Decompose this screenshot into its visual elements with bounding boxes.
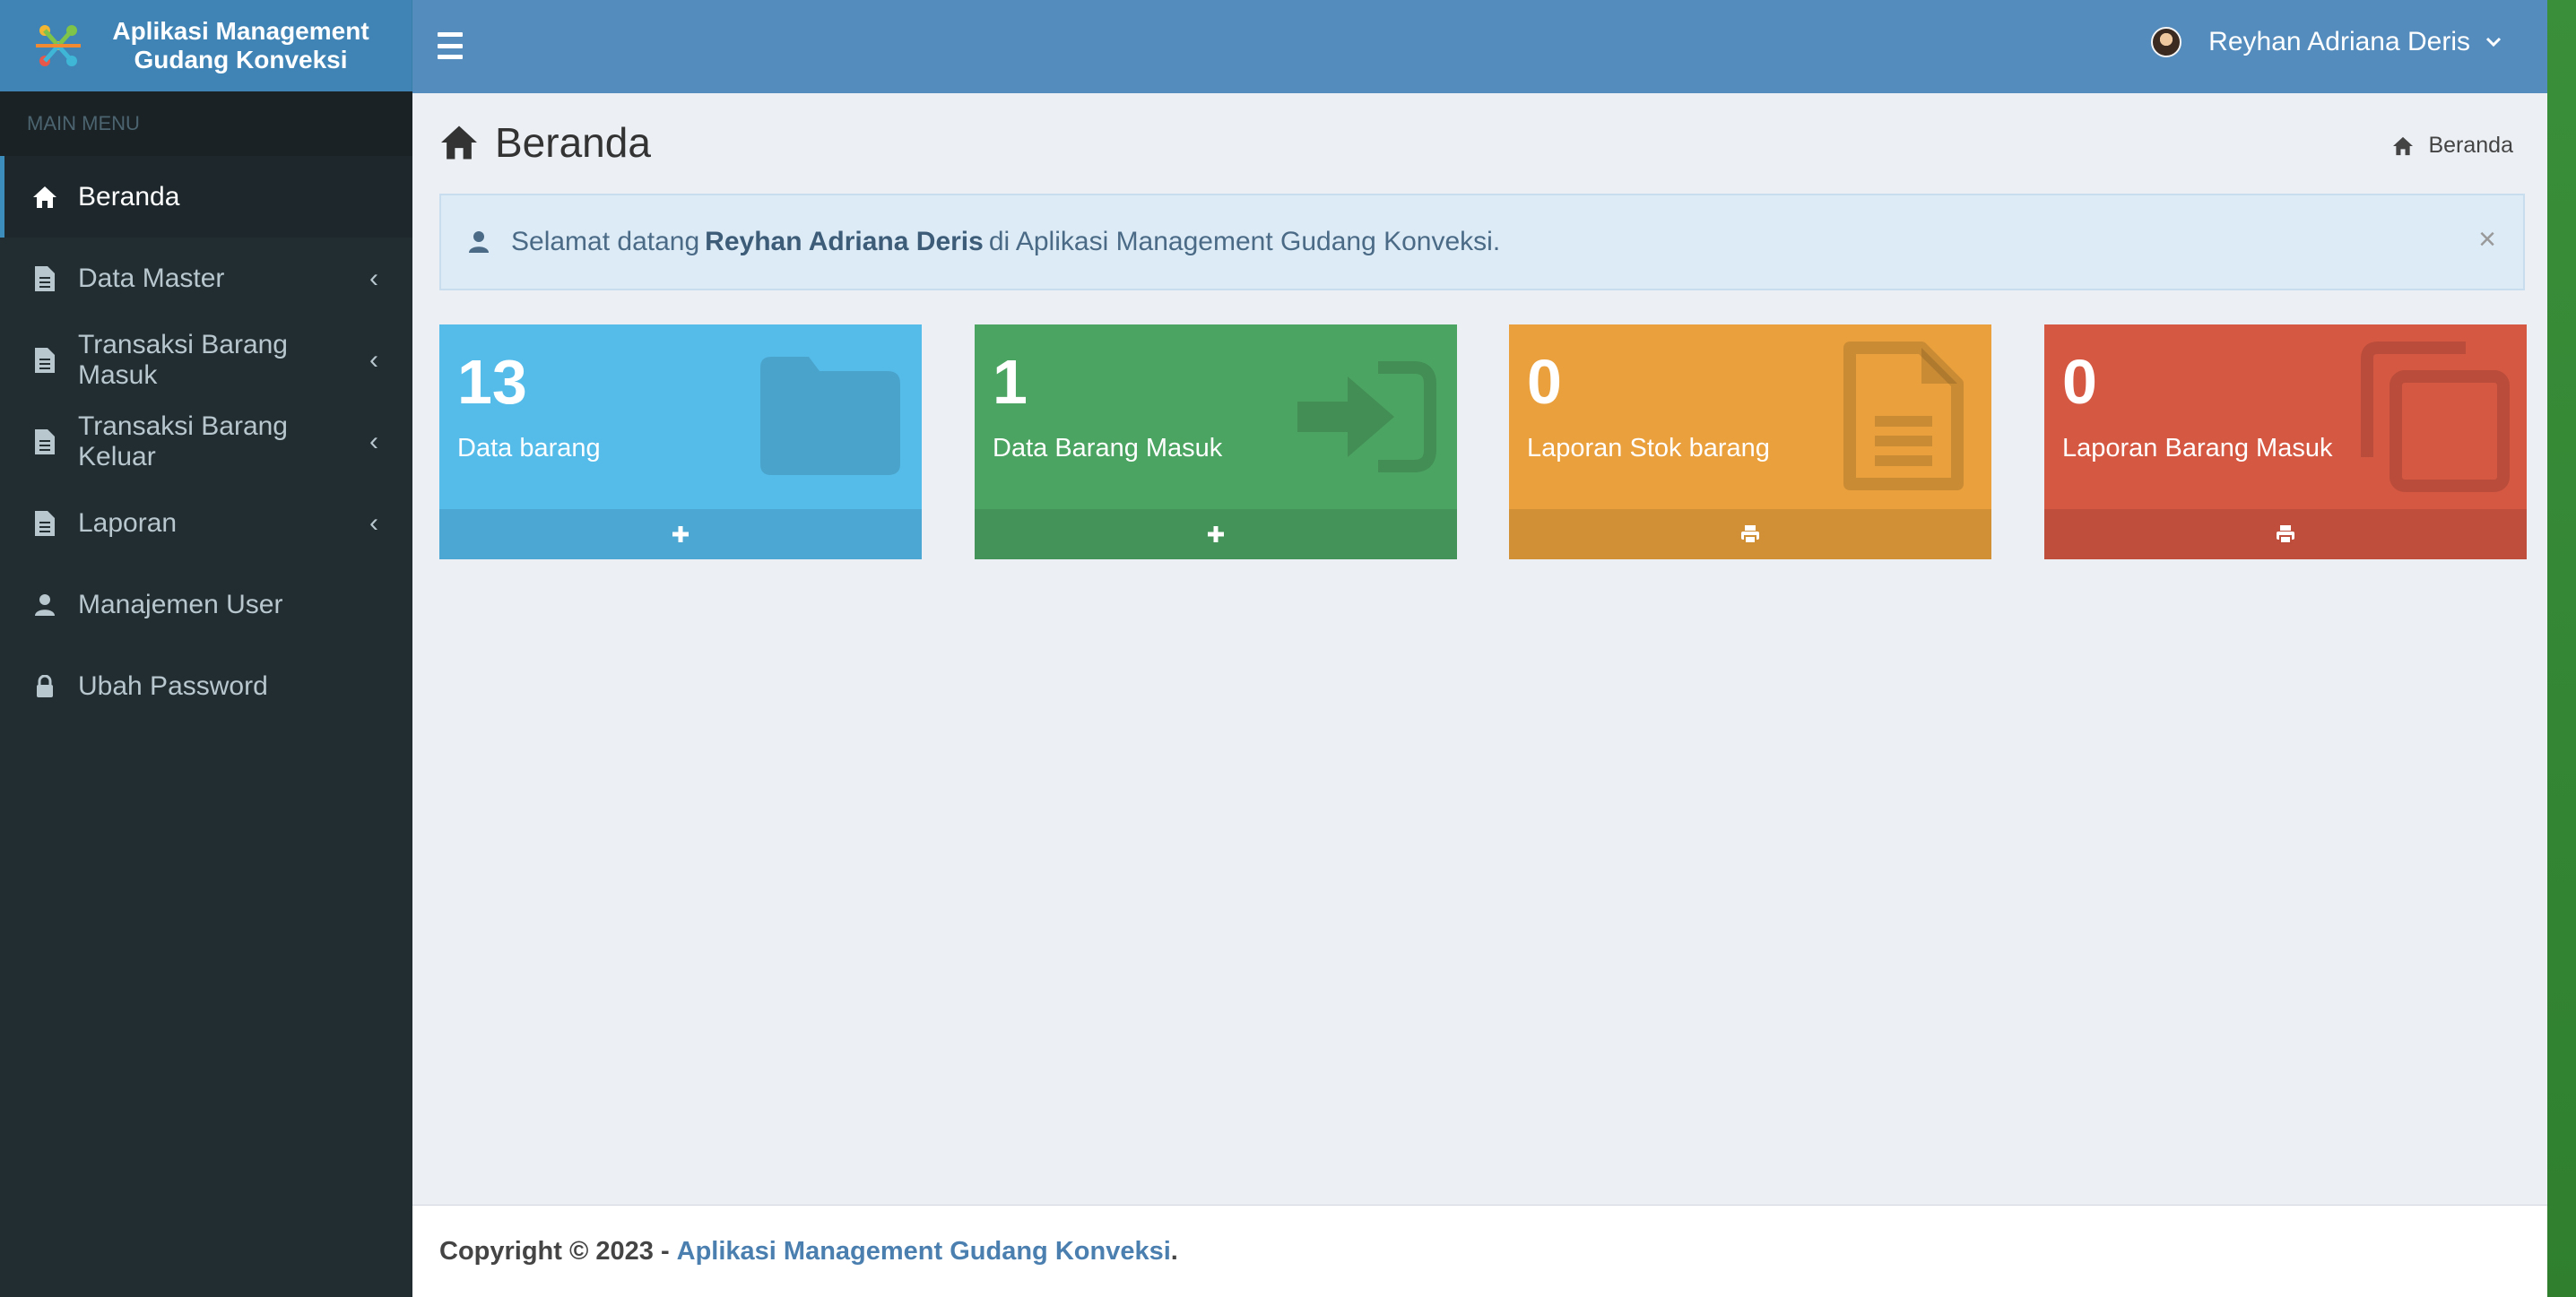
file-icon xyxy=(31,265,58,292)
app-logo-icon xyxy=(36,25,81,66)
welcome-alert: Selamat datang Reyhan Adriana Deris di A… xyxy=(439,194,2525,290)
sidebar-item-label: Data Master xyxy=(78,263,225,293)
footer-app-link[interactable]: Aplikasi Management Gudang Konveksi xyxy=(677,1237,1171,1267)
folder-icon xyxy=(760,357,900,475)
stat-label: Data Barang Masuk xyxy=(993,434,1223,463)
breadcrumb-item-beranda[interactable]: Beranda xyxy=(2428,133,2513,159)
stat-box-print-button[interactable] xyxy=(2044,509,2527,559)
app-root: Aplikasi Management Gudang Konveksi MAIN… xyxy=(0,0,2547,1297)
brand-title-line1: Aplikasi Management xyxy=(112,17,369,45)
alert-close-button[interactable]: × xyxy=(2478,222,2496,257)
sidebar-toggle-button[interactable] xyxy=(438,32,463,59)
print-icon xyxy=(1741,525,1759,544)
stat-label: Laporan Stok barang xyxy=(1527,434,1770,463)
alert-suffix: di Aplikasi Management Gudang Konveksi. xyxy=(988,227,1501,256)
top-navbar: Reyhan Adriana Deris xyxy=(412,0,2547,93)
chevron-left-icon: ‹ xyxy=(369,263,378,293)
file-icon xyxy=(31,510,58,537)
stat-box-add-button[interactable] xyxy=(975,509,1457,559)
sidebar: MAIN MENU Beranda Data Master ‹ Transaks… xyxy=(0,91,412,1297)
stat-value: 1 xyxy=(993,347,1028,417)
brand-logo-area[interactable]: Aplikasi Management Gudang Konveksi xyxy=(0,0,412,91)
stat-value: 13 xyxy=(457,347,527,417)
breadcrumb: Beranda xyxy=(2392,133,2513,159)
sidebar-menu-header: MAIN MENU xyxy=(0,91,412,156)
sidebar-item-ubah-password[interactable]: Ubah Password xyxy=(0,645,412,727)
sidebar-item-beranda[interactable]: Beranda xyxy=(0,156,412,238)
footer-copyright: Copyright © 2023 - xyxy=(439,1236,670,1266)
alert-user-name: Reyhan Adriana Deris xyxy=(705,227,984,256)
chevron-down-icon xyxy=(2485,30,2502,54)
window-edge-strip xyxy=(2547,0,2576,1297)
brand-title: Aplikasi Management Gudang Konveksi xyxy=(90,17,412,74)
user-menu-dropdown[interactable]: Reyhan Adriana Deris xyxy=(2151,27,2502,57)
copy-icon xyxy=(2361,342,2510,492)
sidebar-item-label: Transaksi Barang Keluar xyxy=(78,411,288,471)
sidebar-item-data-master[interactable]: Data Master ‹ xyxy=(0,238,412,319)
stat-label: Laporan Barang Masuk xyxy=(2062,434,2333,463)
sidebar-item-transaksi-barang-keluar[interactable]: Transaksi Barang Keluar ‹ xyxy=(0,401,412,482)
page-footer: Copyright © 2023 - Aplikasi Management G… xyxy=(412,1205,2547,1297)
print-icon xyxy=(2277,525,2294,544)
sign-in-icon xyxy=(1297,361,1436,472)
hamburger-bar xyxy=(438,32,463,37)
sidebar-item-transaksi-barang-masuk[interactable]: Transaksi Barang Masuk ‹ xyxy=(0,319,412,401)
stat-box-print-button[interactable] xyxy=(1509,509,1991,559)
footer-period: . xyxy=(1170,1236,1178,1266)
home-icon xyxy=(31,184,58,211)
stat-label: Data barang xyxy=(457,434,601,463)
brand-title-line2: Gudang Konveksi xyxy=(134,46,348,73)
stat-value: 0 xyxy=(2062,347,2097,417)
sidebar-item-label: Beranda xyxy=(78,181,180,212)
sidebar-item-label: Manajemen User xyxy=(78,589,283,619)
alert-prefix: Selamat datang xyxy=(511,227,700,256)
file-text-icon xyxy=(1843,342,1964,490)
chevron-left-icon: ‹ xyxy=(369,344,378,375)
sidebar-item-label: Ubah Password xyxy=(78,670,268,701)
stat-box-laporan-stok-barang: 0 Laporan Stok barang xyxy=(1509,324,1991,559)
sidebar-item-laporan[interactable]: Laporan ‹ xyxy=(0,482,412,564)
sidebar-item-label: Laporan xyxy=(78,507,178,538)
avatar xyxy=(2151,27,2182,57)
hamburger-bar xyxy=(438,43,463,48)
stat-value: 0 xyxy=(1527,347,1562,417)
user-name: Reyhan Adriana Deris xyxy=(2208,27,2470,56)
lock-icon xyxy=(31,673,58,700)
page-title: Beranda xyxy=(495,119,651,166)
chevron-left-icon: ‹ xyxy=(369,507,378,538)
chevron-left-icon: ‹ xyxy=(369,426,378,456)
stat-box-add-button[interactable] xyxy=(439,509,922,559)
sidebar-item-manajemen-user[interactable]: Manajemen User xyxy=(0,564,412,645)
file-icon xyxy=(31,347,58,374)
stat-box-data-barang-masuk: 1 Data Barang Masuk xyxy=(975,324,1457,559)
sidebar-item-label: Transaksi Barang Masuk xyxy=(78,329,288,390)
plus-icon xyxy=(672,526,689,542)
hamburger-bar xyxy=(438,55,463,59)
file-icon xyxy=(31,428,58,455)
plus-icon xyxy=(1208,526,1224,542)
page-header: Beranda xyxy=(439,118,651,167)
user-icon xyxy=(469,231,489,253)
home-icon xyxy=(441,125,477,160)
stat-box-data-barang: 13 Data barang xyxy=(439,324,922,559)
home-icon xyxy=(2393,136,2414,155)
main-content: Beranda Beranda Selamat datang Reyhan Ad… xyxy=(412,93,2547,1205)
user-icon xyxy=(31,592,58,618)
stat-box-laporan-barang-masuk: 0 Laporan Barang Masuk xyxy=(2044,324,2527,559)
